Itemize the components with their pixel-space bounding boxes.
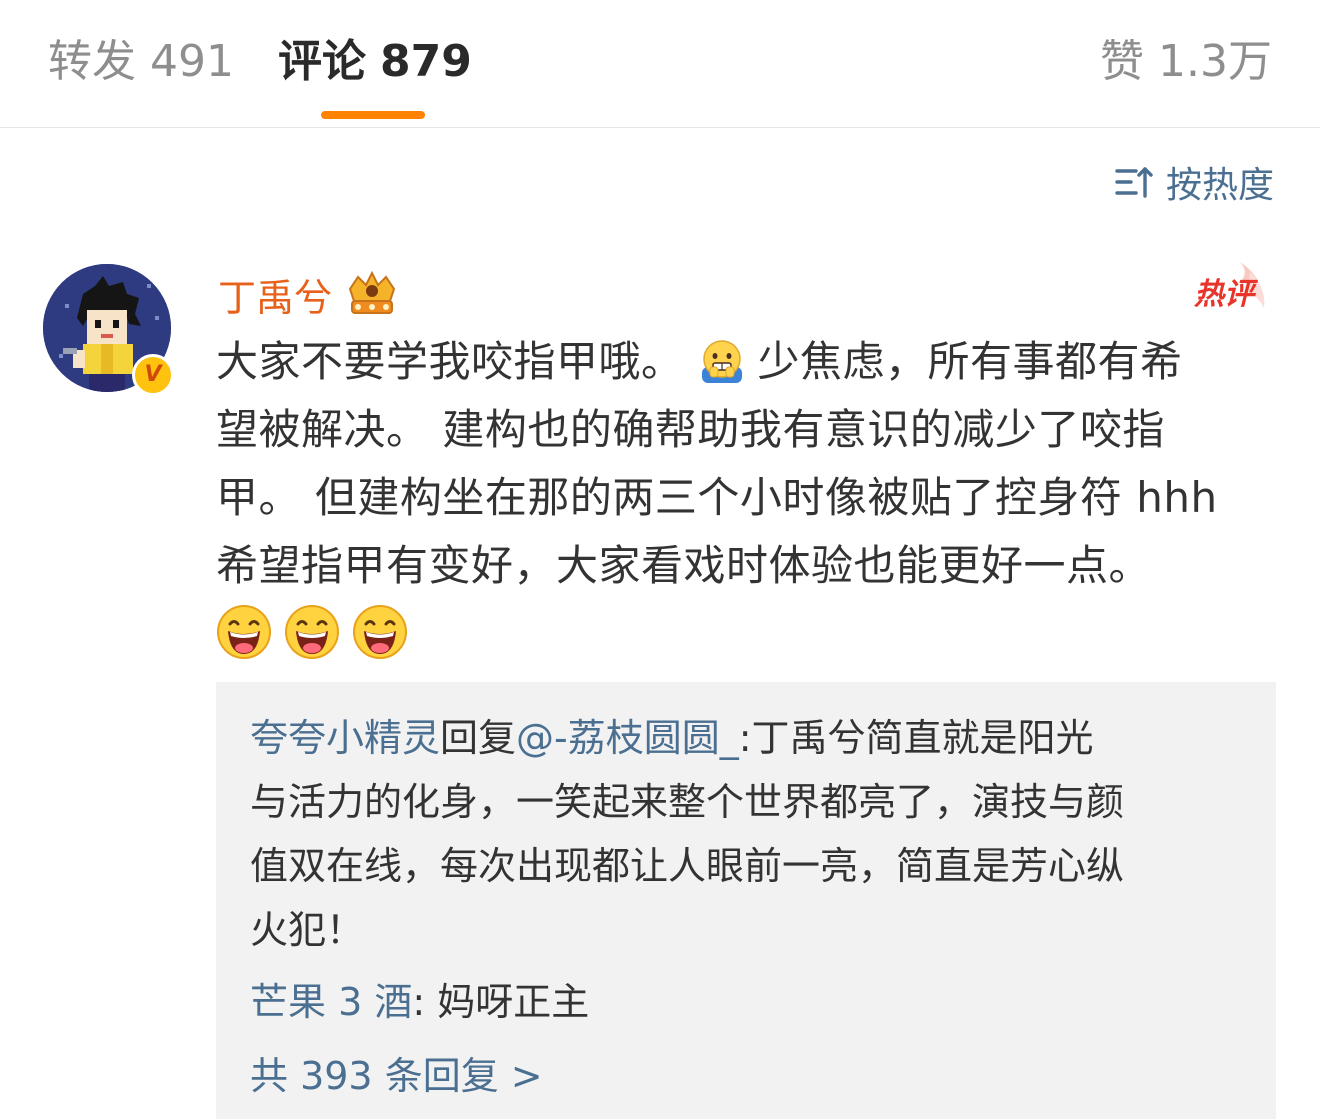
- verified-mark: V: [144, 362, 162, 387]
- reply-text: : 妈呀正主: [412, 980, 590, 1024]
- reply-user[interactable]: 芒果 3 酒: [250, 980, 412, 1024]
- nervous-face-emoji: [701, 339, 742, 383]
- comment-line: 甲。 但建构坐在那的两三个小时像被贴了控身符 hhh: [216, 473, 1218, 522]
- tab-like[interactable]: 赞 1.3万: [1100, 34, 1272, 90]
- reply-word: 回复: [440, 716, 517, 760]
- reply-item: 芒果 3 酒: 妈呀正主: [250, 970, 1242, 1034]
- laughing-face-emoji: [353, 605, 407, 659]
- reply-text: :丁禹兮简直就是阳光: [738, 716, 1094, 760]
- replies-box[interactable]: 夸夸小精灵回复@-荔枝圆圆_:丁禹兮简直就是阳光 与活力的化身，一笑起来整个世界…: [216, 682, 1276, 1119]
- view-all-replies-link[interactable]: 共 393 条回复 >: [250, 1044, 1242, 1108]
- comment-header: 丁禹兮: [218, 266, 400, 322]
- tab-repost[interactable]: 转发 491: [48, 34, 234, 90]
- emoji-row: [216, 604, 1278, 660]
- tab-comment-label: 评论: [278, 36, 366, 87]
- reply-line: 芒果 3 酒: 妈呀正主: [250, 970, 1242, 1034]
- laughing-face-emoji: [285, 605, 339, 659]
- active-tab-indicator: [321, 111, 425, 119]
- comment-body: 大家不要学我咬指甲哦。 少焦虑，所有事都有希 望被解决。 建构也的确帮助我有意识…: [216, 328, 1278, 660]
- tab-like-label: 赞: [1100, 36, 1145, 87]
- laughing-face-emoji: [217, 605, 271, 659]
- comment-line: 望被解决。 建构也的确帮助我有意识的减少了咬指: [216, 405, 1165, 454]
- tab-like-count: 1.3万: [1158, 36, 1272, 87]
- reply-mention[interactable]: @-荔枝圆圆_: [516, 716, 739, 760]
- comment-line: 大家不要学我咬指甲哦。 少焦虑，所有事都有希: [216, 337, 1183, 386]
- hot-comment-label: 热评: [1193, 277, 1259, 312]
- reply-line: 火犯！: [250, 908, 365, 952]
- crown-icon: [348, 271, 396, 314]
- verified-badge: V: [132, 354, 174, 396]
- comment-line: 希望指甲有变好，大家看戏时体验也能更好一点。: [216, 541, 1152, 590]
- reply-item: 夸夸小精灵回复@-荔枝圆圆_:丁禹兮简直就是阳光 与活力的化身，一笑起来整个世界…: [250, 706, 1242, 962]
- tab-repost-label: 转发: [48, 36, 136, 87]
- reply-user[interactable]: 夸夸小精灵: [250, 716, 440, 760]
- tab-comment-count: 879: [380, 36, 472, 87]
- tab-comment[interactable]: 评论 879: [278, 34, 472, 90]
- tab-bar: 转发 491 评论 879 赞 1.3万: [0, 0, 1320, 128]
- tab-repost-count: 491: [150, 36, 234, 87]
- author-name[interactable]: 丁禹兮: [218, 267, 332, 322]
- reply-line: 与活力的化身，一笑起来整个世界都亮了，演技与颜: [250, 780, 1125, 824]
- sort-label: 按热度: [1165, 165, 1274, 206]
- sort-by-hot-button[interactable]: 按热度: [1114, 158, 1274, 206]
- reply-line: 值双在线，每次出现都让人眼前一亮，简直是芳心纵: [250, 844, 1125, 888]
- sort-icon: [1115, 167, 1153, 198]
- hot-comment-tag: 热评: [1193, 262, 1265, 312]
- reply-line: 夸夸小精灵回复@-荔枝圆圆_:丁禹兮简直就是阳光: [250, 706, 1242, 770]
